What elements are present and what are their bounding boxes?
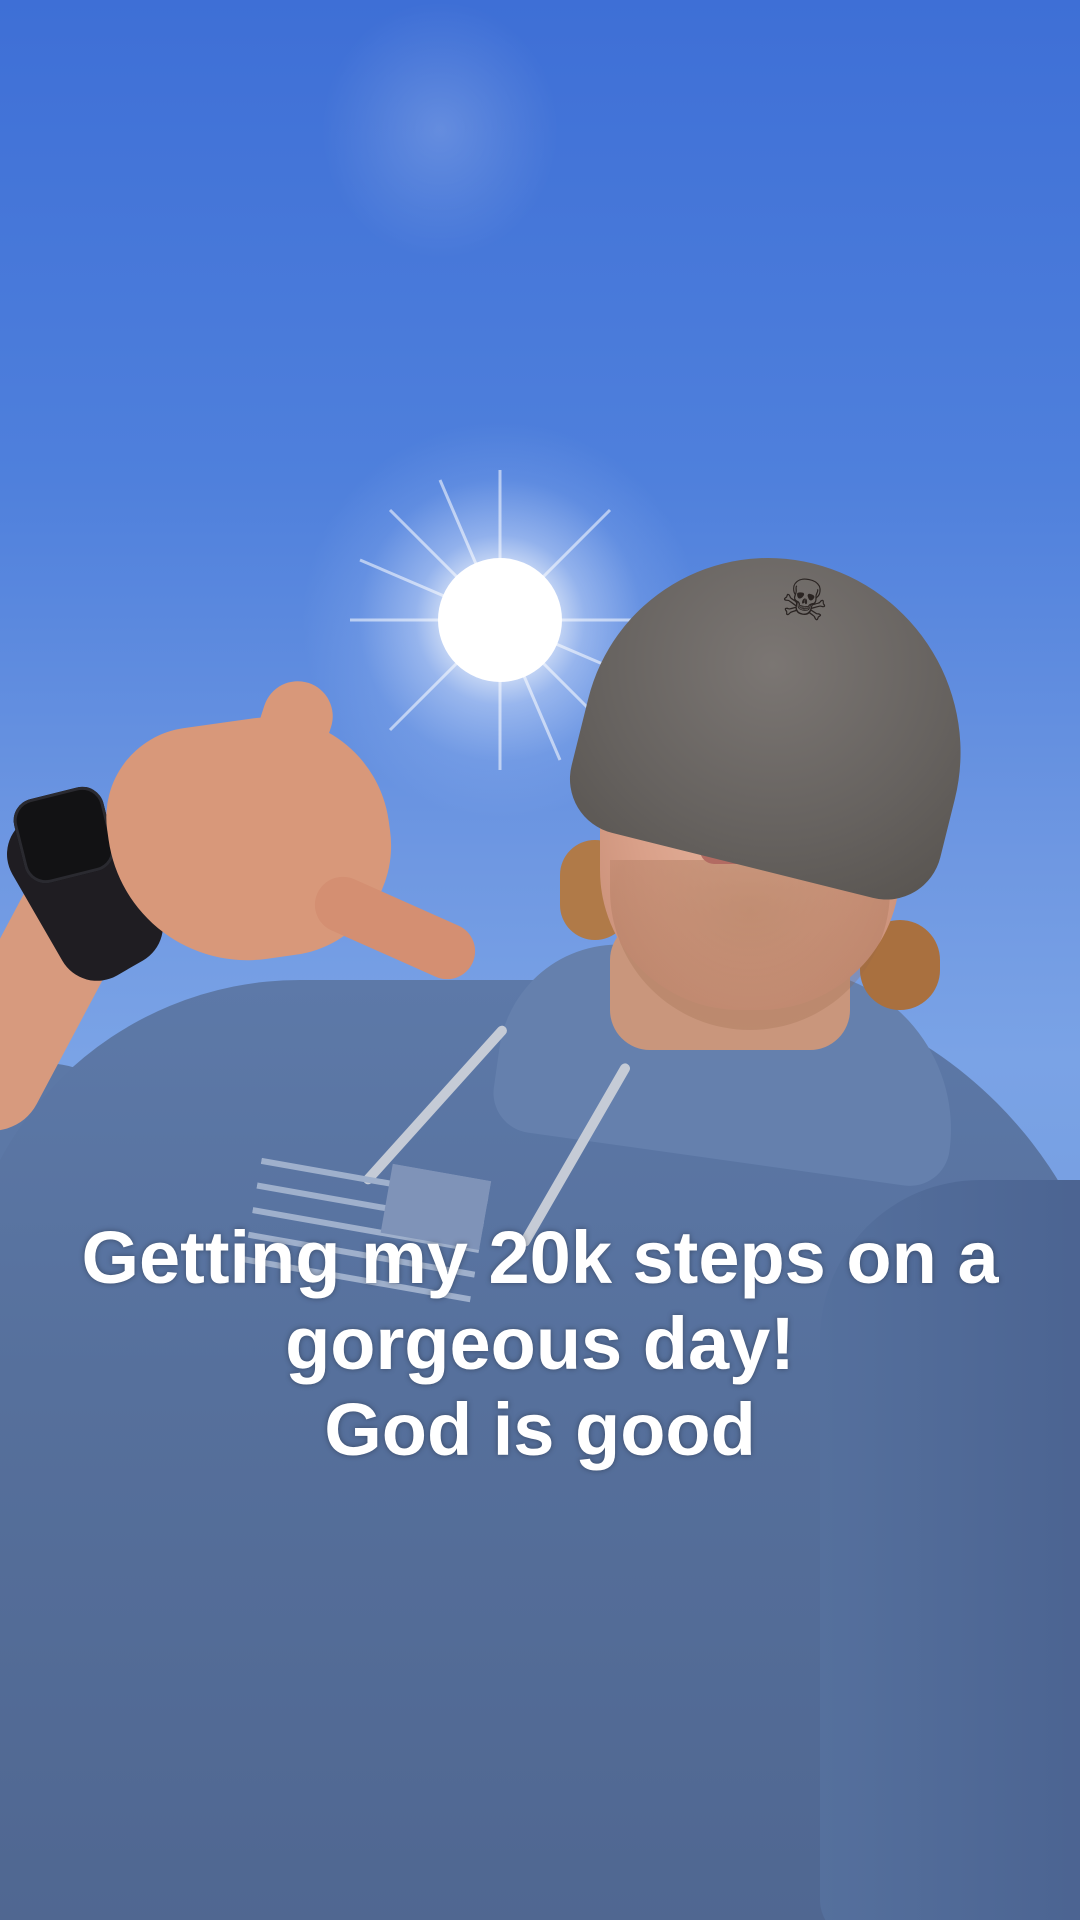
photo-scene: ☠ Getting my 20k steps on a gorgeous day… — [0, 0, 1080, 1920]
pinky-finger — [305, 867, 485, 989]
caption-line: Getting my 20k steps on a — [81, 1216, 999, 1299]
caption-overlay: Getting my 20k steps on a gorgeous day! … — [40, 1215, 1040, 1473]
caption-line: God is good — [324, 1388, 756, 1471]
lens-flare — [320, 0, 560, 260]
caption-line: gorgeous day! — [285, 1302, 795, 1385]
